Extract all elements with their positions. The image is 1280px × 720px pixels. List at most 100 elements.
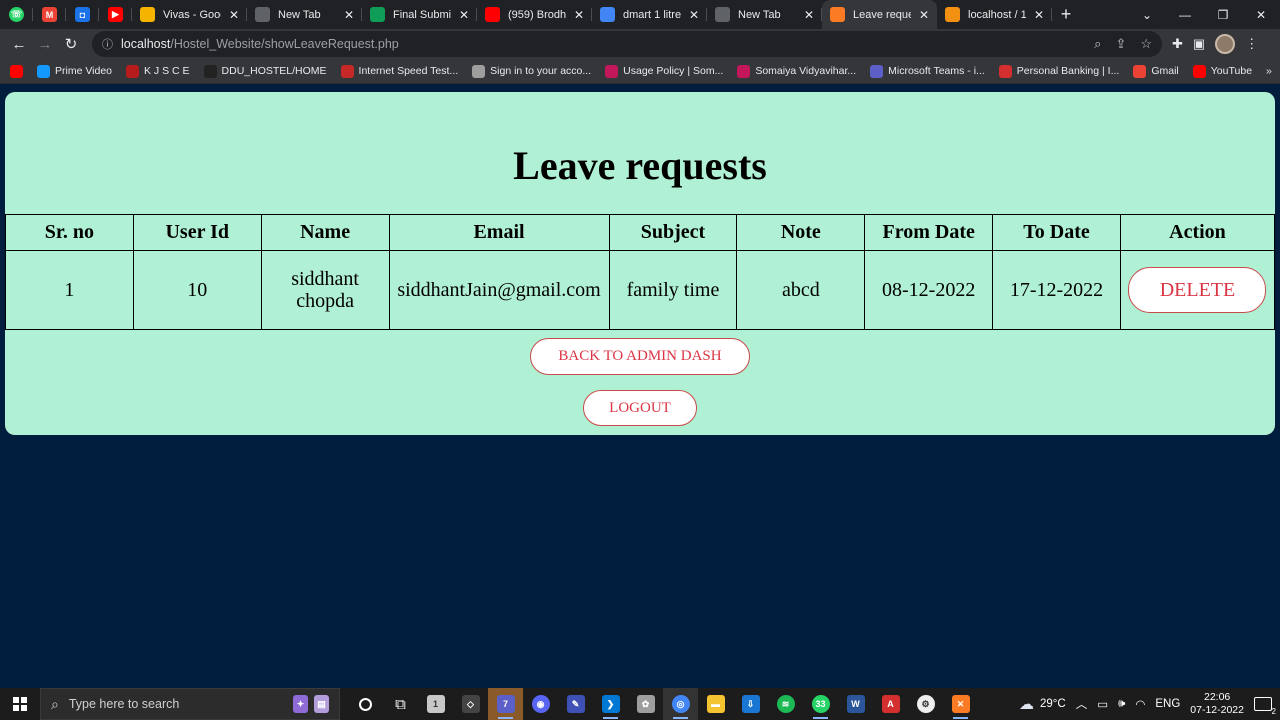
bookmark-item[interactable]: YouTube: [1192, 64, 1252, 78]
volume-icon[interactable]: 🕪: [1118, 698, 1125, 711]
chevron-up-icon[interactable]: ︿: [1076, 696, 1088, 712]
installer-app[interactable]: ⇩: [733, 688, 768, 720]
clock[interactable]: 22:06 07-12-2022: [1190, 691, 1244, 717]
spotify-app[interactable]: ≋: [768, 688, 803, 720]
gear-icon: ⚙: [916, 695, 935, 713]
bookmark-item[interactable]: [10, 64, 23, 78]
close-window-icon[interactable]: ✕: [1242, 8, 1280, 22]
tab-title: Leave request: [853, 8, 911, 21]
settings-app[interactable]: ⚙: [908, 688, 943, 720]
bookmark-item[interactable]: DDU_HOSTEL/HOME: [203, 64, 327, 78]
chrome-icon: ◎: [671, 695, 690, 713]
pen-app[interactable]: ✎: [558, 688, 593, 720]
unity-app[interactable]: ◇: [453, 688, 488, 720]
paint-app[interactable]: ✿: [628, 688, 663, 720]
name-first: siddhant: [291, 268, 359, 290]
wifi-icon[interactable]: ◠: [1135, 697, 1145, 711]
address-bar[interactable]: ⓘ localhost/Hostel_Website/showLeaveRequ…: [92, 31, 1162, 57]
notes-app[interactable]: 1: [418, 688, 453, 720]
close-tab-icon[interactable]: ✕: [229, 8, 239, 22]
leave-requests-card: Leave requests Sr. no User Id Name Email…: [5, 92, 1276, 435]
xampp-app[interactable]: ✕: [943, 688, 978, 720]
browser-tab[interactable]: New Tab ✕: [247, 0, 362, 29]
site-info-icon[interactable]: ⓘ: [102, 36, 113, 52]
reload-icon[interactable]: ↻: [58, 31, 84, 57]
extensions-puzzle-icon[interactable]: ✚: [1172, 36, 1183, 52]
close-tab-icon[interactable]: ✕: [1034, 8, 1044, 22]
bookmark-item[interactable]: Personal Banking | I...: [998, 64, 1119, 78]
taskbar-search-box[interactable]: ⌕ Type here to search ✦ ▤: [40, 688, 340, 720]
back-to-admin-dash-button[interactable]: BACK TO ADMIN DASH: [530, 338, 750, 375]
close-tab-icon[interactable]: ✕: [344, 8, 354, 22]
search-icon: ⌕: [51, 695, 59, 712]
bookmark-item[interactable]: K J S C E: [126, 64, 190, 78]
partly-cloudy-icon: ☁: [1018, 696, 1034, 713]
vscode-app[interactable]: ❯: [593, 688, 628, 720]
bookmark-label: Prime Video: [55, 65, 113, 77]
close-tab-icon[interactable]: ✕: [804, 8, 814, 22]
bookmark-star-icon[interactable]: ☆: [1140, 36, 1152, 52]
file-explorer-app[interactable]: ▬: [698, 688, 733, 720]
new-tab-button[interactable]: +: [1052, 0, 1080, 29]
pinned-tab-whatsapp[interactable]: ☏: [0, 0, 33, 29]
bookmark-item[interactable]: Gmail: [1133, 64, 1179, 78]
bookmark-item[interactable]: Somaiya Vidyavihar...: [737, 64, 856, 78]
cell-sr-no: 1: [5, 250, 134, 330]
bookmark-item[interactable]: Sign in to your acco...: [472, 64, 591, 78]
close-tab-icon[interactable]: ✕: [689, 8, 699, 22]
share-icon[interactable]: ⇪: [1115, 36, 1126, 52]
zoom-icon[interactable]: ⌕: [1094, 36, 1101, 52]
browser-tab[interactable]: New Tab ✕: [707, 0, 822, 29]
tab-search-chevron-icon[interactable]: ⌄: [1128, 8, 1166, 22]
menu-kebab-icon[interactable]: ⋮: [1245, 36, 1258, 52]
browser-tab[interactable]: Final Submissi ✕: [362, 0, 477, 29]
language-indicator[interactable]: ENG: [1155, 698, 1180, 710]
word-app[interactable]: W: [838, 688, 873, 720]
close-tab-icon[interactable]: ✕: [574, 8, 584, 22]
gmail-icon: [1133, 64, 1147, 78]
bookmark-item[interactable]: Microsoft Teams - i...: [870, 64, 985, 78]
browser-tab[interactable]: Leave request ✕: [822, 0, 937, 29]
close-tab-icon[interactable]: ✕: [919, 8, 929, 22]
logout-button[interactable]: LOGOUT: [583, 390, 697, 426]
bookmarks-bar: Prime Video K J S C E DDU_HOSTEL/HOME Inter…: [0, 59, 1280, 84]
forward-arrow-icon[interactable]: →: [32, 31, 58, 57]
table-row: 1 10 siddhant chopda siddhantJain@gmail.c…: [5, 250, 1276, 330]
bookmark-item[interactable]: Usage Policy | Som...: [605, 64, 723, 78]
chrome-app[interactable]: ◎: [663, 688, 698, 720]
discord-app[interactable]: ◉: [523, 688, 558, 720]
cell-email: siddhantJain@gmail.com: [388, 250, 610, 330]
header-to-date: To Date: [992, 214, 1121, 251]
browser-tab[interactable]: Vivas - Google ✕: [132, 0, 247, 29]
youtube-icon: [1192, 64, 1206, 78]
chrome-icon: [255, 7, 270, 22]
delete-button[interactable]: DELETE: [1128, 267, 1267, 313]
minimize-icon[interactable]: —: [1166, 8, 1204, 22]
phpmyadmin-icon: [945, 7, 960, 22]
pinned-tab-youtube[interactable]: ▶: [99, 0, 132, 29]
teams-app[interactable]: 7: [488, 688, 523, 720]
task-view-app[interactable]: ⧉: [383, 688, 418, 720]
acrobat-app[interactable]: A: [873, 688, 908, 720]
side-panel-icon[interactable]: ▣: [1193, 36, 1205, 52]
bookmarks-overflow-icon[interactable]: »: [1266, 65, 1272, 77]
restore-icon[interactable]: ❐: [1204, 8, 1242, 22]
bookmark-label: Gmail: [1151, 65, 1179, 77]
notifications-icon[interactable]: 2: [1254, 697, 1276, 716]
profile-avatar[interactable]: [1215, 34, 1236, 54]
whatsapp-app[interactable]: 33: [803, 688, 838, 720]
browser-tab[interactable]: (959) Brodha ✕: [477, 0, 592, 29]
back-arrow-icon[interactable]: ←: [6, 31, 32, 57]
close-tab-icon[interactable]: ✕: [459, 8, 469, 22]
pinned-tab-gmail[interactable]: M: [33, 0, 66, 29]
browser-tab[interactable]: dmart 1 litre ✕: [592, 0, 707, 29]
pinned-tab-contacts[interactable]: ◘: [66, 0, 99, 29]
browser-tab[interactable]: localhost / 12 ✕: [937, 0, 1052, 29]
start-button[interactable]: [0, 688, 40, 720]
bookmark-item[interactable]: Prime Video: [37, 64, 113, 78]
cortana-app[interactable]: [348, 688, 383, 720]
weather-widget[interactable]: ☁ 29°C: [1019, 695, 1066, 713]
bookmark-item[interactable]: Internet Speed Test...: [340, 64, 458, 78]
battery-icon[interactable]: ▭: [1097, 697, 1108, 711]
somaiya-icon: [737, 64, 751, 78]
